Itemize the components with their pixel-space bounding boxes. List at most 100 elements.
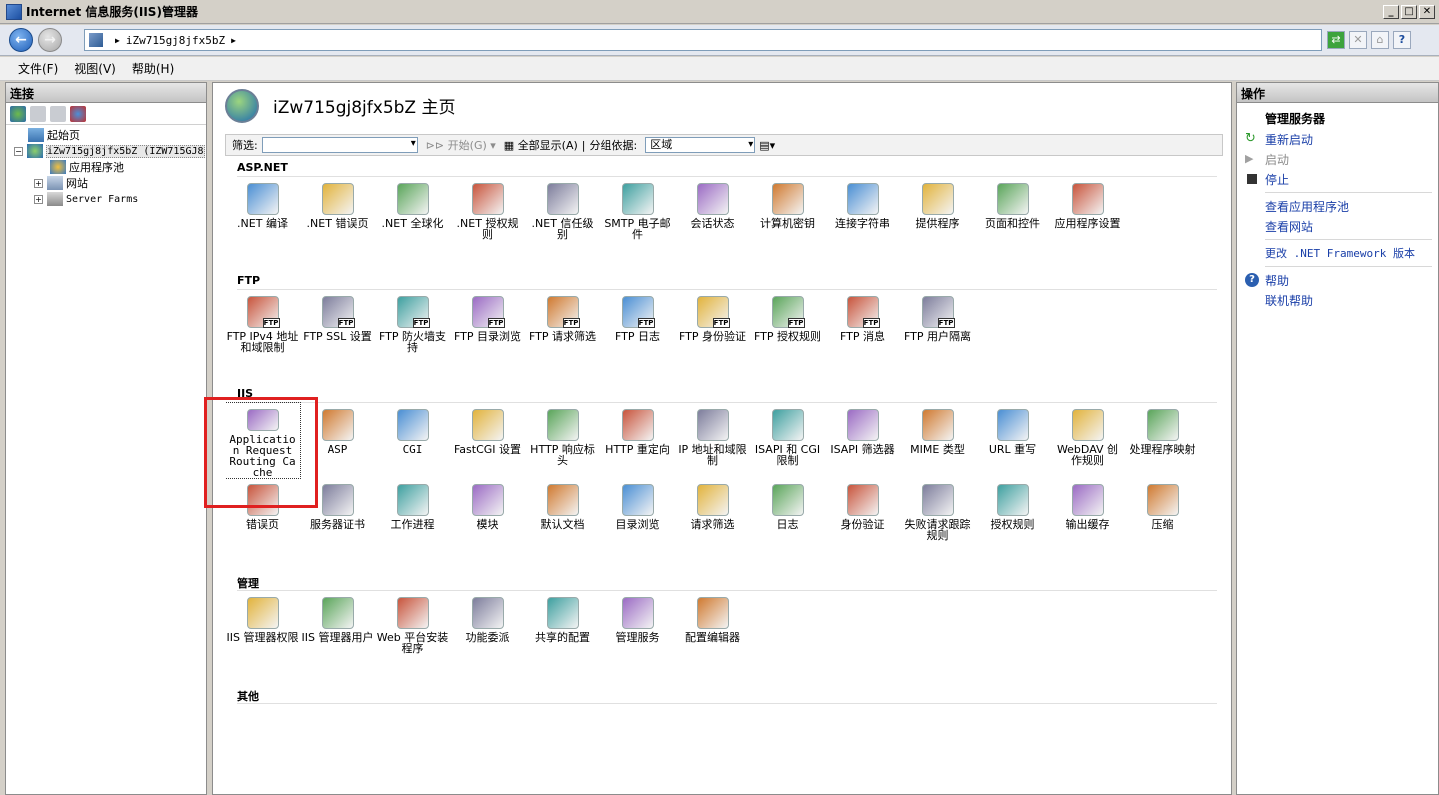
show-all-button[interactable]: ▦ 全部显示(A) <box>504 137 578 153</box>
tree-item-server[interactable]: − iZw715gj8jfx5bZ (IZW715GJ8 <box>6 143 206 159</box>
maximize-button[interactable]: □ <box>1401 5 1417 19</box>
feature-item[interactable]: 工作进程 <box>375 478 450 553</box>
view-sites-action[interactable]: 查看网站 <box>1243 216 1438 236</box>
help-icon[interactable]: ? <box>1393 31 1411 49</box>
feature-item[interactable]: 会话状态 <box>675 177 750 252</box>
feature-item[interactable]: 连接字符串 <box>825 177 900 252</box>
feature-item[interactable]: FTP FTP IPv4 地址和域限制 <box>225 290 300 365</box>
go-button[interactable]: ⊳⊳ 开始(G) ▾ <box>426 137 496 153</box>
group-by-select[interactable]: 区域 <box>645 137 756 153</box>
feature-item[interactable]: 默认文档 <box>525 478 600 553</box>
feature-item[interactable]: 计算机密钥 <box>750 177 825 252</box>
change-net-action[interactable]: 更改 .NET Framework 版本 <box>1243 243 1438 263</box>
expand-icon[interactable]: + <box>34 194 43 204</box>
feature-item[interactable]: 应用程序设置 <box>1050 177 1125 252</box>
feature-item[interactable]: 错误页 <box>225 478 300 553</box>
feature-item[interactable]: 请求筛选 <box>675 478 750 553</box>
feature-item[interactable]: 服务器证书 <box>300 478 375 553</box>
feature-item[interactable]: .NET 编译 <box>225 177 300 252</box>
restart-action[interactable]: ↻ 重新启动 <box>1243 129 1438 149</box>
help-action[interactable]: ? 帮助 <box>1243 270 1438 290</box>
feature-item[interactable]: CGI <box>375 403 450 478</box>
feature-item[interactable]: MIME 类型 <box>900 403 975 478</box>
menu-help[interactable]: 帮助(H) <box>124 60 182 77</box>
feature-item[interactable]: 身份验证 <box>825 478 900 553</box>
feature-item[interactable]: .NET 全球化 <box>375 177 450 252</box>
feature-item[interactable]: IP 地址和域限制 <box>675 403 750 478</box>
chevron-right-icon[interactable]: ▶ <box>231 36 236 45</box>
feature-item[interactable]: FTP FTP 请求筛选 <box>525 290 600 365</box>
refresh-icon[interactable]: ⇄ <box>1327 31 1345 49</box>
feature-item[interactable]: FTP FTP SSL 设置 <box>300 290 375 365</box>
feature-item[interactable]: FastCGI 设置 <box>450 403 525 478</box>
disconnect-icon[interactable] <box>70 105 86 122</box>
online-help-action[interactable]: 联机帮助 <box>1243 290 1438 310</box>
filter-input[interactable] <box>261 137 418 153</box>
tree-item-apppools[interactable]: 应用程序池 <box>6 159 206 175</box>
feature-item[interactable]: HTTP 响应标头 <box>525 403 600 478</box>
feature-item[interactable]: 授权规则 <box>975 478 1050 553</box>
feature-item[interactable]: 页面和控件 <box>975 177 1050 252</box>
feature-label: 页面和控件 <box>985 217 1040 230</box>
feature-item[interactable]: 管理服务 <box>600 591 675 666</box>
feature-item[interactable]: .NET 授权规则 <box>450 177 525 252</box>
menu-file[interactable]: 文件(F) <box>10 60 66 77</box>
feature-item[interactable]: 处理程序映射 <box>1125 403 1200 478</box>
save-icon[interactable] <box>30 105 46 122</box>
feature-item[interactable]: 功能委派 <box>450 591 525 666</box>
feature-item[interactable]: 目录浏览 <box>600 478 675 553</box>
minimize-button[interactable]: _ <box>1383 5 1399 19</box>
feature-item[interactable]: FTP FTP 消息 <box>825 290 900 365</box>
menu-view[interactable]: 视图(V) <box>66 60 124 77</box>
feature-item[interactable]: FTP FTP 身份验证 <box>675 290 750 365</box>
tree-item-sites[interactable]: + 网站 <box>6 175 206 191</box>
home-icon[interactable]: ⌂ <box>1371 31 1389 49</box>
feature-item[interactable]: URL 重写 <box>975 403 1050 478</box>
feature-item[interactable]: ISAPI 筛选器 <box>825 403 900 478</box>
feature-item[interactable]: FTP FTP 目录浏览 <box>450 290 525 365</box>
feature-item[interactable]: FTP FTP 防火墙支持 <box>375 290 450 365</box>
breadcrumb-server[interactable]: iZw715gj8jfx5bZ <box>126 34 225 47</box>
stop-action[interactable]: 停止 <box>1243 169 1438 189</box>
close-button[interactable]: ✕ <box>1419 5 1435 19</box>
feature-item[interactable]: ASP <box>300 403 375 478</box>
feature-item[interactable]: Web 平台安装程序 <box>375 591 450 666</box>
feature-grid: IIS 管理器权限 IIS 管理器用户 Web 平台安装程序 功能委派 共享的配置 管理服… <box>225 591 1205 666</box>
connect-icon[interactable] <box>10 105 26 122</box>
collapse-icon[interactable]: − <box>14 146 23 156</box>
feature-item[interactable]: .NET 错误页 <box>300 177 375 252</box>
start-action[interactable]: ▶ 启动 <box>1243 149 1438 169</box>
feature-item[interactable]: 压缩 <box>1125 478 1200 553</box>
forward-button[interactable]: → <box>38 28 62 52</box>
expand-icon[interactable]: + <box>34 178 43 188</box>
feature-item[interactable]: 共享的配置 <box>525 591 600 666</box>
feature-item[interactable]: WebDAV 创作规则 <box>1050 403 1125 478</box>
chevron-right-icon[interactable]: ▶ <box>115 36 120 45</box>
feature-item[interactable]: HTTP 重定向 <box>600 403 675 478</box>
tree-item-start[interactable]: 起始页 <box>6 127 206 143</box>
feature-item[interactable]: FTP FTP 授权规则 <box>750 290 825 365</box>
feature-item[interactable]: Application Request Routing Cache <box>225 402 301 479</box>
address-field[interactable]: ▶ iZw715gj8jfx5bZ ▶ <box>84 29 1322 51</box>
feature-item[interactable]: ISAPI 和 CGI 限制 <box>750 403 825 478</box>
stop-icon[interactable]: ✕ <box>1349 31 1367 49</box>
view-apppools-action[interactable]: 查看应用程序池 <box>1243 196 1438 216</box>
feature-item[interactable]: 配置编辑器 <box>675 591 750 666</box>
feature-item[interactable]: 提供程序 <box>900 177 975 252</box>
feature-item[interactable]: 输出缓存 <box>1050 478 1125 553</box>
feature-item[interactable]: IIS 管理器权限 <box>225 591 300 666</box>
feature-icon <box>1071 409 1104 441</box>
iis-app-icon <box>6 3 22 20</box>
feature-item[interactable]: FTP FTP 用户隔离 <box>900 290 975 365</box>
tree-item-server-farms[interactable]: + Server Farms <box>6 191 206 207</box>
view-mode-icon[interactable]: ▤▾ <box>759 139 775 152</box>
feature-item[interactable]: FTP FTP 日志 <box>600 290 675 365</box>
feature-item[interactable]: IIS 管理器用户 <box>300 591 375 666</box>
up-icon[interactable] <box>50 105 66 122</box>
feature-item[interactable]: 模块 <box>450 478 525 553</box>
feature-item[interactable]: .NET 信任级别 <box>525 177 600 252</box>
feature-item[interactable]: 失败请求跟踪规则 <box>900 478 975 553</box>
feature-item[interactable]: 日志 <box>750 478 825 553</box>
back-button[interactable]: ← <box>9 28 33 52</box>
feature-item[interactable]: SMTP 电子邮件 <box>600 177 675 252</box>
